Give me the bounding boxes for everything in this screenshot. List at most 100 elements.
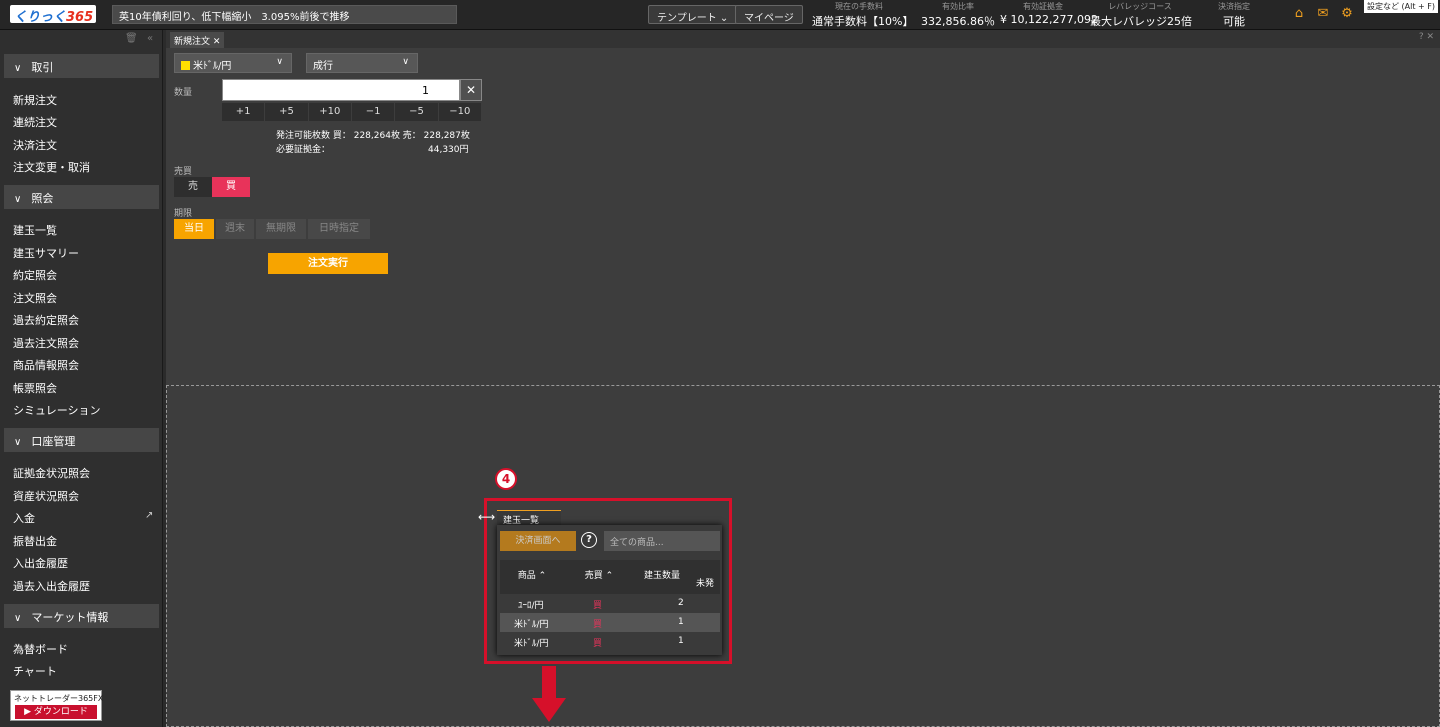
- sidebar-item-modify-order[interactable]: 注文変更・取消: [13, 159, 90, 175]
- side-label: 売買: [174, 167, 193, 177]
- section-title: 照会: [31, 192, 54, 205]
- down-arrow-icon: [532, 666, 566, 722]
- positions-window-tab[interactable]: 建玉一覧: [497, 510, 561, 526]
- term-weekend-button[interactable]: 週末: [216, 219, 254, 239]
- template-button[interactable]: テンプレート ⌄: [648, 5, 738, 24]
- tab-new-order[interactable]: 新規注文 ✕: [170, 32, 225, 48]
- sidebar-item-simulation[interactable]: シミュレーション: [13, 402, 101, 418]
- mail-icon[interactable]: ✉: [1316, 7, 1330, 21]
- sidebar-tools: 🗑 «: [0, 30, 163, 48]
- step-minus5-button[interactable]: −5: [395, 103, 439, 121]
- row-qty: 2: [678, 598, 684, 608]
- sidebar-item-withdraw[interactable]: 振替出金: [13, 533, 57, 549]
- step-minus10-button[interactable]: −10: [438, 103, 482, 121]
- sidebar-item-fx-board[interactable]: 為替ボード: [13, 641, 68, 657]
- table-row[interactable]: 米ﾄﾞﾙ/円 買 1: [500, 632, 720, 651]
- trash-icon[interactable]: 🗑: [125, 33, 138, 44]
- step-plus5-button[interactable]: +5: [265, 103, 309, 121]
- settlement-stat: 決済指定 可能: [1212, 1, 1256, 29]
- new-order-panel: 新規注文 ✕ ? ✕ 米ﾄﾞﾙ/円 ∨ 成行 ∨ 数量 1 ✕ +1 +5 +10 …: [166, 30, 1440, 385]
- news-ticker[interactable]: 英10年債利回り、低下幅縮小 3.095%前後で推移: [112, 5, 457, 24]
- leverage-value: 最大レバレッジ25倍: [1090, 15, 1192, 28]
- resize-arrow-icon[interactable]: ⟷: [478, 510, 495, 524]
- sidebar-item-asset-status[interactable]: 資産状況照会: [13, 488, 79, 504]
- collapse-icon[interactable]: «: [147, 33, 153, 44]
- settlement-value: 可能: [1223, 15, 1245, 28]
- sidebar-item-past-executions[interactable]: 過去約定照会: [13, 312, 79, 328]
- mypage-button[interactable]: マイページ: [735, 5, 803, 24]
- download-title: ネットトレーダー365FX: [14, 694, 104, 703]
- ratio-stat: 有効比率 332,856.86％: [918, 1, 998, 29]
- term-datetime-button[interactable]: 日時指定: [308, 219, 370, 239]
- brand-logo[interactable]: くりっく365: [10, 5, 96, 25]
- term-today-button[interactable]: 当日: [174, 219, 214, 239]
- symbol-value: 米ﾄﾞﾙ/円: [193, 61, 232, 72]
- sidebar-item-continuous-order[interactable]: 連続注文: [13, 114, 57, 130]
- required-margin-value: 44,330円: [428, 145, 469, 155]
- download-banner[interactable]: ネットトレーダー365FX ▶ ダウンロード: [10, 690, 104, 721]
- sidebar-item-past-orders[interactable]: 過去注文照会: [13, 335, 79, 351]
- chevron-down-icon: ∨: [14, 63, 22, 74]
- sidebar-item-margin-status[interactable]: 証拠金状況照会: [13, 465, 90, 481]
- available-qty: 発注可能枚数 買： 228,264枚 売： 228,287枚: [276, 131, 470, 141]
- required-margin-label: 必要証拠金：: [276, 145, 331, 155]
- step-plus10-button[interactable]: +10: [308, 103, 352, 121]
- sidebar-item-transfer-history[interactable]: 入出金履歴: [13, 555, 68, 571]
- sidebar-item-settlement-order[interactable]: 決済注文: [13, 137, 57, 153]
- table-row[interactable]: ﾕｰﾛ/円 買 2: [500, 594, 720, 613]
- margin-stat: 有効証拠金 ¥ 10,122,277,092: [1000, 1, 1098, 26]
- panel-window-icons[interactable]: ? ✕: [1419, 32, 1434, 42]
- row-side: 買: [593, 620, 603, 630]
- row-product: 米ﾄﾞﾙ/円: [514, 620, 549, 630]
- order-type-select[interactable]: 成行 ∨: [306, 53, 418, 73]
- qty-label: 数量: [174, 88, 193, 98]
- download-button[interactable]: ▶ ダウンロード: [15, 705, 97, 719]
- sidebar-item-new-order[interactable]: 新規注文: [13, 92, 57, 108]
- section-account[interactable]: ∨ 口座管理: [4, 428, 159, 452]
- sidebar-item-product-info[interactable]: 商品情報照会: [13, 357, 79, 373]
- buy-button[interactable]: 買: [212, 177, 250, 197]
- download-label: ダウンロード: [33, 707, 88, 717]
- sidebar-item-executions[interactable]: 約定照会: [13, 267, 57, 283]
- symbol-select[interactable]: 米ﾄﾞﾙ/円 ∨: [174, 53, 292, 73]
- home-icon[interactable]: ⌂: [1292, 7, 1306, 21]
- sell-button[interactable]: 売: [174, 177, 212, 197]
- sidebar-item-orders[interactable]: 注文照会: [13, 290, 57, 306]
- section-inquiry[interactable]: ∨ 照会: [4, 185, 159, 209]
- gear-icon[interactable]: ⚙: [1340, 7, 1354, 21]
- ratio-value: 332,856.86％: [921, 15, 995, 28]
- clear-qty-icon[interactable]: ✕: [460, 79, 482, 101]
- execute-order-button[interactable]: 注文実行: [268, 253, 388, 274]
- sidebar-item-positions[interactable]: 建玉一覧: [13, 222, 57, 238]
- settlement-screen-button[interactable]: 決済画面へ: [500, 531, 576, 551]
- section-market[interactable]: ∨ マーケット情報: [4, 604, 159, 628]
- step-minus1-button[interactable]: −1: [351, 103, 396, 121]
- sidebar-item-past-transfer-history[interactable]: 過去入出金履歴: [13, 578, 90, 594]
- settings-tooltip: 設定など (Alt + F): [1364, 0, 1438, 13]
- logo-number: 365: [66, 10, 94, 25]
- col-unsettled-header[interactable]: 未発: [690, 560, 720, 594]
- col-product-header[interactable]: 商品 ⌃: [500, 560, 564, 594]
- qty-input[interactable]: 1: [222, 79, 460, 101]
- help-icon[interactable]: ?: [581, 532, 597, 548]
- term-unlimited-button[interactable]: 無期限: [256, 219, 306, 239]
- section-trade[interactable]: ∨ 取引: [4, 54, 159, 78]
- drop-zone: [166, 385, 1440, 727]
- step-plus1-button[interactable]: +1: [222, 103, 266, 121]
- section-title: 取引: [31, 61, 54, 74]
- settlement-label: 決済指定: [1218, 2, 1250, 11]
- fee-value: 通常手数料【10%】: [812, 15, 914, 28]
- col-qty-header[interactable]: 建玉数量: [634, 560, 690, 594]
- margin-value: ¥ 10,122,277,092: [1000, 13, 1098, 26]
- chevron-down-icon: ∨: [402, 57, 409, 67]
- product-filter-input[interactable]: 全ての商品...: [604, 531, 720, 551]
- chevron-down-icon: ∨: [14, 194, 22, 205]
- row-product: 米ﾄﾞﾙ/円: [514, 639, 549, 649]
- external-link-icon[interactable]: ↗: [145, 510, 153, 521]
- sidebar-item-deposit[interactable]: 入金: [13, 510, 35, 526]
- col-side-header[interactable]: 売買 ⌃: [564, 560, 634, 594]
- sidebar-item-position-summary[interactable]: 建玉サマリー: [13, 245, 79, 261]
- table-row[interactable]: 米ﾄﾞﾙ/円 買 1: [500, 613, 720, 632]
- sidebar-item-chart[interactable]: チャート: [13, 663, 57, 679]
- sidebar-item-reports[interactable]: 帳票照会: [13, 380, 57, 396]
